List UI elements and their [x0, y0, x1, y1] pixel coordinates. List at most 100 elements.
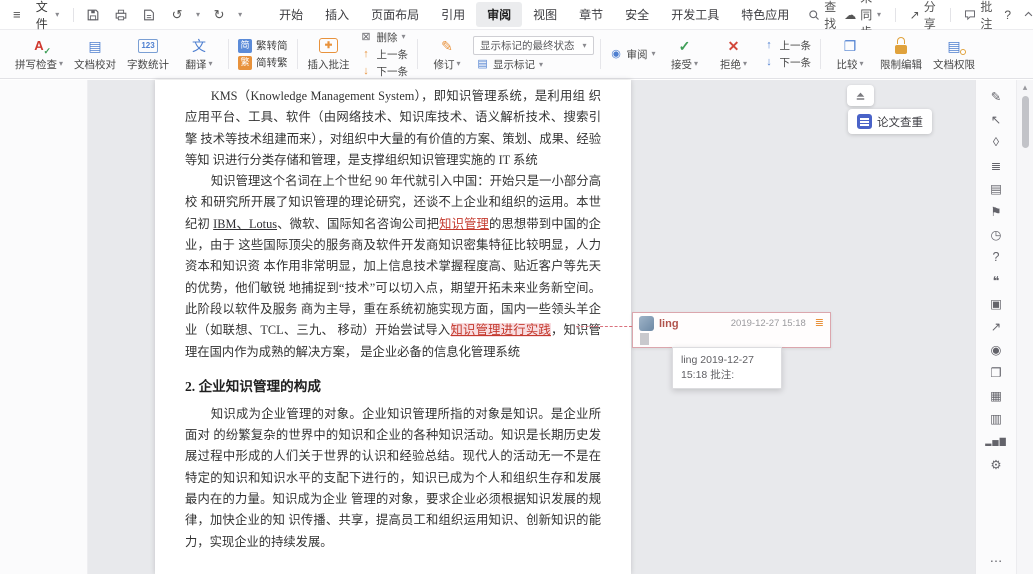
simplified-chip-icon: 简: [238, 39, 252, 53]
undo-chevron-icon[interactable]: ▾: [196, 11, 200, 19]
scrollbar-thumb[interactable]: [1022, 96, 1029, 148]
comment-bubble-icon[interactable]: ❝: [988, 272, 1005, 288]
tab-section[interactable]: 章节: [568, 2, 614, 27]
chevron-down-icon: ▾: [457, 60, 461, 68]
save-icon[interactable]: [84, 6, 102, 24]
comment-card[interactable]: ling 2019-12-27 15:18 ≣: [632, 312, 831, 348]
vertical-scrollbar[interactable]: ▴: [1016, 80, 1033, 574]
cloud-sync-icon: ☁: [844, 9, 856, 21]
tab-view[interactable]: 视图: [522, 2, 568, 27]
reject-change-button[interactable]: ✕ 拒绝▾: [711, 35, 757, 74]
link-text[interactable]: IBM、Lotus: [213, 217, 277, 231]
comment-mode-button[interactable]: 批注: [964, 0, 992, 32]
restrict-editing-button[interactable]: 限制编辑: [876, 35, 926, 74]
document-page[interactable]: KMS（Knowledge Management System），即知识管理系统…: [155, 80, 631, 574]
simp-to-trad-button[interactable]: 繁 简转繁: [235, 55, 291, 70]
share-export-icon[interactable]: ↗: [988, 318, 1005, 334]
paragraph-km-history[interactable]: 知识管理这个名词在上个世纪 90 年代就引入中国：开始只是一小部分高校 和研究所…: [185, 171, 601, 363]
reference-book-icon[interactable]: ❐: [988, 364, 1005, 380]
tab-references[interactable]: 引用: [430, 2, 476, 27]
chevron-down-icon: ▾: [652, 50, 656, 58]
accept-change-label: 接受: [671, 57, 692, 72]
word-count-label: 字数统计: [127, 57, 169, 72]
next-comment-button[interactable]: ↓ 下一条: [357, 64, 412, 79]
table-icon[interactable]: ▥: [988, 410, 1005, 426]
collapse-float-panel-button[interactable]: [847, 85, 874, 106]
tab-page-layout[interactable]: 页面布局: [360, 2, 430, 27]
show-markup-button[interactable]: ▤ 显示标记 ▾: [473, 57, 594, 72]
paragraph-km-object[interactable]: 知识成为企业管理的对象。企业知识管理所指的对象是知识。是企业所面对 的纷繁复杂的…: [185, 404, 601, 553]
paragraph-kms[interactable]: KMS（Knowledge Management System），即知识管理系统…: [185, 86, 601, 171]
tab-security[interactable]: 安全: [614, 2, 660, 27]
doc-proof-button[interactable]: ▤ 文档校对: [70, 35, 120, 74]
history-clock-icon[interactable]: ◷: [988, 226, 1005, 242]
image-icon[interactable]: ▣: [988, 295, 1005, 311]
help-button[interactable]: ?: [1004, 8, 1011, 22]
chevron-down-icon: ▾: [694, 60, 698, 68]
tab-home[interactable]: 开始: [268, 2, 314, 27]
export-pdf-icon[interactable]: [140, 6, 158, 24]
find-label: 查找: [824, 0, 836, 32]
comment-author: ling: [659, 318, 679, 330]
group-divider: [820, 39, 821, 69]
lock-icon: [891, 37, 911, 55]
edit-pen-icon[interactable]: ✎: [988, 88, 1005, 104]
tab-dev-tools[interactable]: 开发工具: [660, 2, 730, 27]
trad-to-simp-button[interactable]: 简 繁转简: [235, 38, 291, 53]
undo-icon[interactable]: ↺: [168, 6, 186, 24]
reject-change-icon: ✕: [724, 37, 744, 55]
redo-icon[interactable]: ↻: [210, 6, 228, 24]
track-changes-label: 修订: [434, 57, 455, 72]
comment-timestamp: 2019-12-27 15:18: [731, 318, 806, 329]
insert-comment-button[interactable]: ✚ 插入批注: [304, 35, 354, 74]
plus-glyph: ✚: [319, 38, 338, 53]
collapse-ribbon-icon[interactable]: [1023, 9, 1033, 20]
prev-change-button[interactable]: ↑ 上一条: [760, 38, 815, 53]
comment-text-placeholder[interactable]: [640, 333, 649, 345]
insert-comment-label: 插入批注: [308, 57, 350, 72]
proofing-group: A ✓ 拼写检查▾ ▤ 文档校对 123 字数统计 文 翻译▾: [6, 32, 227, 76]
paper-check-button[interactable]: 论文查重: [848, 109, 932, 134]
delete-comment-icon: ⊠: [360, 31, 373, 44]
more-tools-icon[interactable]: ⋯: [988, 552, 1005, 568]
eraser-icon[interactable]: ◊: [988, 134, 1005, 150]
print-icon[interactable]: [112, 6, 130, 24]
comment-menu-icon[interactable]: ≣: [815, 318, 824, 329]
track-changes-button[interactable]: ✎ 修订▾: [424, 35, 470, 74]
adjust-sliders-icon[interactable]: ≣: [988, 157, 1005, 173]
word-count-button[interactable]: 123 字数统计: [123, 35, 173, 74]
next-change-button[interactable]: ↓ 下一条: [760, 55, 815, 70]
share-button[interactable]: ↗ 分享: [910, 0, 936, 32]
divider: [73, 8, 74, 22]
apps-grid-icon[interactable]: ▦: [988, 387, 1005, 403]
translate-button[interactable]: 文 翻译▾: [176, 35, 222, 74]
tab-special-apps[interactable]: 特色应用: [730, 2, 800, 27]
proofing-doc-icon[interactable]: ▤: [988, 180, 1005, 196]
comment-anchor-text[interactable]: 知识管理进行实践: [451, 323, 552, 337]
main-menu-icon[interactable]: ≡: [10, 6, 24, 24]
section-heading[interactable]: 2. 企业知识管理的构成: [185, 375, 601, 395]
tracked-insertion[interactable]: 知识管理: [439, 217, 489, 231]
spell-check-button[interactable]: A ✓ 拼写检查▾: [11, 35, 67, 74]
review-pane-icon: ◉: [610, 48, 623, 61]
select-cursor-icon[interactable]: ↖: [988, 111, 1005, 127]
help-icon[interactable]: ?: [988, 249, 1005, 265]
delete-comment-button[interactable]: ⊠ 删除 ▾: [357, 30, 412, 45]
scroll-up-icon[interactable]: ▴: [1017, 82, 1033, 93]
trad-to-simp-label: 繁转简: [256, 38, 288, 53]
compare-button[interactable]: ❐ 比较▾: [827, 35, 873, 74]
accept-change-button[interactable]: ✓ 接受▾: [662, 35, 708, 74]
flag-bookmark-icon[interactable]: ⚑: [988, 203, 1005, 219]
chart-icon[interactable]: ▂▅▇: [988, 433, 1005, 449]
redo-chevron-icon[interactable]: ▾: [238, 11, 242, 19]
doc-permission-button[interactable]: ▤ 文档权限: [929, 35, 979, 74]
markup-state-dropdown[interactable]: 显示标记的最终状态 ▾: [473, 36, 594, 55]
sync-chevron-icon: ▾: [877, 11, 881, 19]
prev-comment-button[interactable]: ↑ 上一条: [357, 47, 412, 62]
tab-review[interactable]: 审阅: [476, 2, 522, 27]
settings-gear-icon[interactable]: ⚙: [988, 456, 1005, 472]
review-pane-button[interactable]: ◉ 审阅 ▾: [607, 47, 659, 62]
tab-insert[interactable]: 插入: [314, 2, 360, 27]
next-change-icon: ↓: [763, 56, 776, 69]
voice-icon[interactable]: ◉: [988, 341, 1005, 357]
